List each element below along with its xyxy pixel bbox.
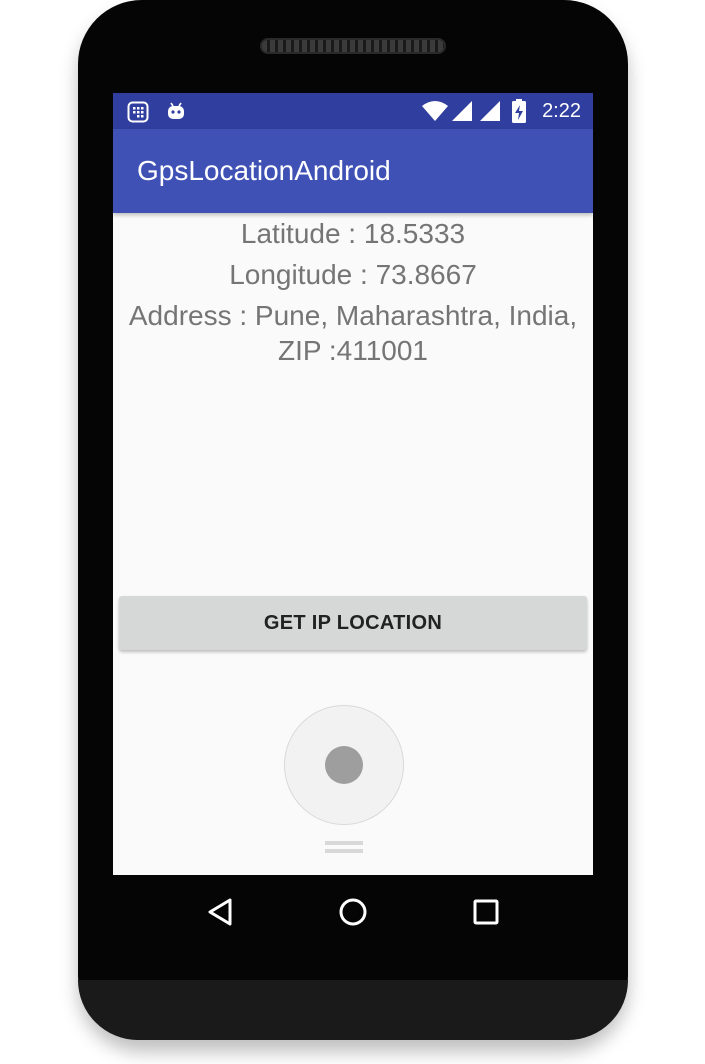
zip-text: ZIP :411001 [278, 335, 428, 366]
app-title: GpsLocationAndroid [137, 155, 391, 186]
get-ip-location-button[interactable]: GET IP LOCATION [119, 596, 587, 650]
device-screen: 2:22 GpsLocationAndroid Latitude : 18.53… [113, 93, 593, 875]
notification-grid-icon [127, 101, 149, 123]
longitude-text: Longitude : 73.8667 [229, 259, 477, 290]
cell-signal-icon [452, 101, 472, 121]
home-icon[interactable] [333, 892, 373, 932]
app-toolbar: GpsLocationAndroid [113, 129, 593, 213]
status-time: 2:22 [542, 100, 581, 122]
latitude-text: Latitude : 18.5333 [240, 218, 466, 249]
wifi-icon [422, 101, 448, 121]
battery-charging-icon [512, 99, 526, 123]
address-text: Address : Pune, Maharashtra, India, [128, 300, 578, 331]
android-robot-icon [168, 102, 184, 119]
cell-signal-2-icon [480, 101, 500, 121]
drag-handle[interactable] [325, 841, 363, 853]
earpiece-speaker [260, 38, 446, 54]
status-bar: 2:22 [113, 93, 593, 129]
recents-icon[interactable] [466, 892, 506, 932]
joystick-knob[interactable] [325, 746, 363, 784]
phone-chin [78, 980, 628, 1040]
floating-joystick[interactable] [284, 705, 404, 825]
back-icon[interactable] [200, 892, 240, 932]
